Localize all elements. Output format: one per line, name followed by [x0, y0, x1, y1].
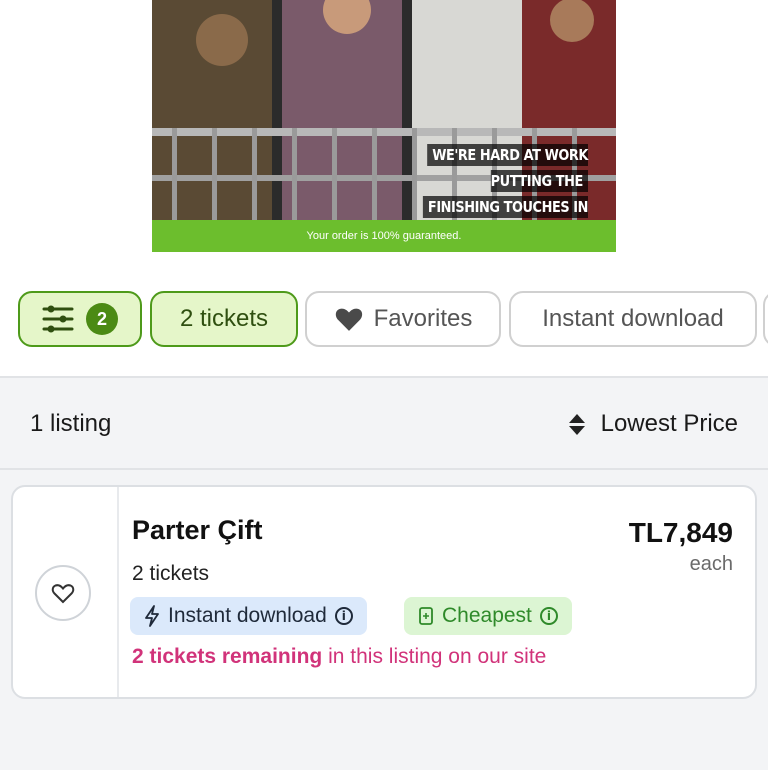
info-icon[interactable]: i — [539, 607, 558, 625]
filter-chips: 2 2 tickets Favorites Instant download — [18, 291, 768, 349]
sliders-icon — [42, 305, 74, 333]
listing-price-unit: each — [689, 553, 733, 575]
cheapest-badge: Cheapest i — [404, 597, 572, 635]
listing-quantity: 2 tickets — [132, 562, 210, 585]
tickets-remaining-count: 2 tickets remaining — [132, 645, 323, 668]
listing-price: TL7,849 — [628, 517, 733, 548]
instant-download-filter-chip[interactable]: Instant download — [509, 291, 757, 347]
heart-outline-icon — [51, 584, 75, 604]
filter-button[interactable]: 2 — [18, 291, 142, 347]
listing-section-name: Parter Çift — [132, 515, 263, 545]
listing-count: 1 listing — [30, 410, 112, 437]
cheapest-badge-label: Cheapest — [442, 604, 532, 627]
instant-download-badge: Instant download i — [130, 597, 367, 635]
favorites-label: Favorites — [373, 305, 473, 332]
listing-card[interactable]: Parter Çift 2 tickets TL7,849 each Insta… — [11, 485, 757, 699]
heart-icon — [335, 308, 362, 331]
tickets-remaining-note: 2 tickets remaining in this listing on o… — [132, 645, 546, 669]
promo-banner: WE'RE HARD AT WORK PUTTING THE FINISHING… — [152, 0, 616, 252]
tickets-remaining-text: in this listing on our site — [322, 645, 547, 668]
next-filter-chip[interactable] — [763, 291, 768, 347]
guarantee-strip: Your order is 100% guaranteed. — [152, 220, 616, 252]
sort-arrows-icon — [568, 413, 585, 435]
banner-message-line1: WE'RE HARD AT WORK PUTTING THE — [427, 144, 588, 192]
favorites-filter-chip[interactable]: Favorites — [305, 291, 501, 347]
lightning-icon — [145, 605, 159, 627]
info-icon[interactable]: i — [334, 607, 353, 625]
tag-icon — [419, 607, 433, 625]
tickets-filter-chip[interactable]: 2 tickets — [150, 291, 298, 347]
sort-selector[interactable]: Lowest Price — [568, 410, 738, 438]
instant-download-badge-label: Instant download — [168, 604, 327, 627]
listing-card-left — [13, 487, 119, 697]
sort-label: Lowest Price — [600, 410, 738, 437]
filter-count-badge: 2 — [86, 303, 118, 335]
favorite-toggle-button[interactable] — [35, 565, 91, 621]
listings-summary-bar: 1 listing Lowest Price — [0, 378, 768, 470]
